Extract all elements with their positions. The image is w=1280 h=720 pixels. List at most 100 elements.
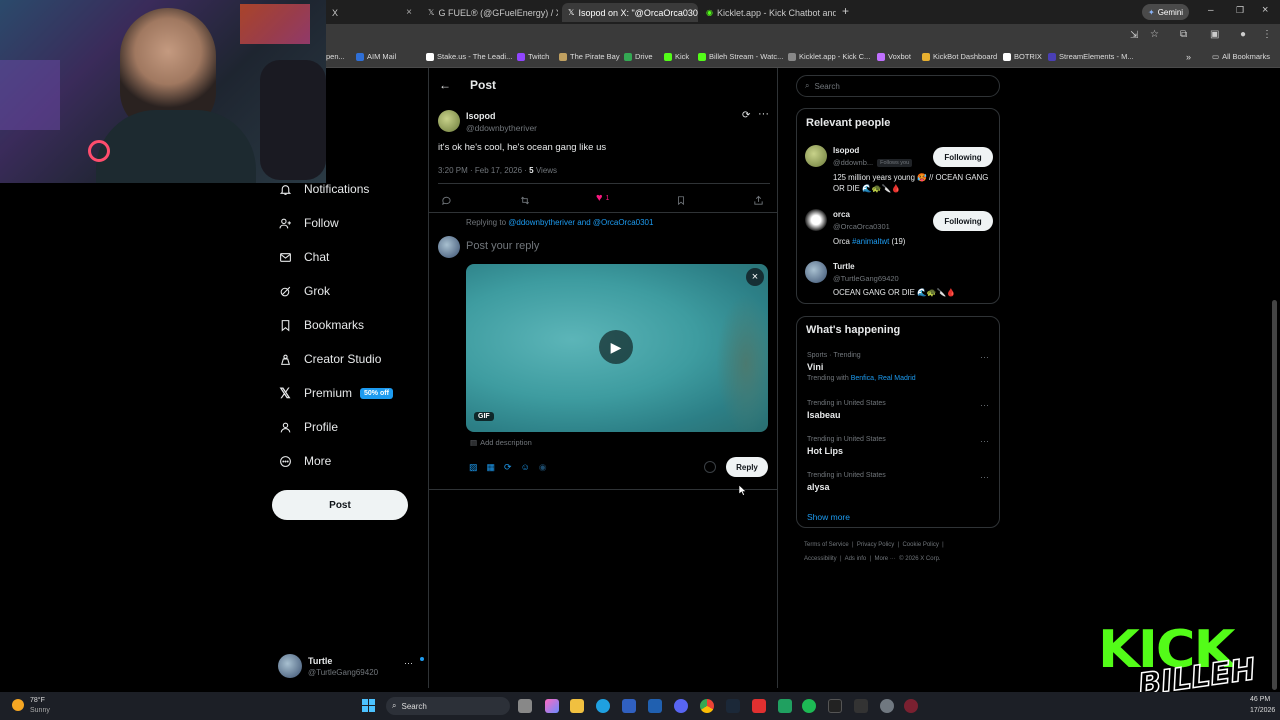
- like-button[interactable]: ♥ 1: [596, 192, 609, 204]
- all-bookmarks[interactable]: ▭ All Bookmarks: [1212, 52, 1270, 61]
- play-icon[interactable]: ▶: [599, 330, 633, 364]
- nav-follow[interactable]: Follow: [278, 216, 339, 230]
- browser-tab-active[interactable]: 𝕏 Isopod on X: "@OrcaOrca0301 ×: [562, 3, 698, 22]
- browser-tab[interactable]: ◉ Kicklet.app - Kick Chatbot and ×: [700, 3, 836, 22]
- search-input[interactable]: ⌕ Search: [796, 75, 1000, 97]
- bookmark[interactable]: Drive: [624, 52, 653, 61]
- windows-start-icon[interactable]: [362, 699, 375, 712]
- close-icon[interactable]: ×: [746, 268, 764, 286]
- steam-icon[interactable]: [726, 699, 740, 713]
- maximize-icon[interactable]: ❐: [1236, 5, 1244, 16]
- back-arrow-icon[interactable]: ←: [439, 78, 451, 92]
- nav-bookmarks[interactable]: Bookmarks: [278, 318, 364, 332]
- bookmark[interactable]: Stake.us - The Leadi...: [426, 52, 512, 61]
- close-window-icon[interactable]: ×: [1262, 4, 1268, 16]
- repost-icon[interactable]: [519, 193, 531, 211]
- clock-date[interactable]: 17/2026: [1250, 707, 1275, 714]
- add-description-button[interactable]: ▤ Add description: [470, 438, 532, 447]
- bookmark[interactable]: AIM Mail: [356, 52, 396, 61]
- tweet-author-name[interactable]: Isopod: [466, 111, 496, 121]
- bookmark[interactable]: Billeh Stream - Watc...: [698, 52, 783, 61]
- close-tab-icon[interactable]: ×: [400, 7, 412, 18]
- browser-tab[interactable]: X ×: [326, 3, 418, 22]
- share-icon[interactable]: [753, 193, 764, 211]
- post-button[interactable]: Post: [272, 490, 408, 520]
- new-tab-button[interactable]: +: [842, 4, 849, 18]
- more-dots-icon[interactable]: ···: [980, 436, 989, 446]
- bookmark[interactable]: Voxbot: [877, 52, 911, 61]
- footer-links[interactable]: Accessibility | Ads info | More ··· © 20…: [804, 556, 941, 562]
- trend-item[interactable]: Trending in United States Isabeau: [807, 400, 886, 420]
- following-button[interactable]: Following: [933, 211, 993, 231]
- bookmark-icon[interactable]: [676, 193, 686, 211]
- reply-icon[interactable]: [441, 193, 452, 211]
- trend-item[interactable]: Trending in United States Hot Lips: [807, 436, 886, 456]
- trend-item[interactable]: Sports · Trending Vini Trending with Ben…: [807, 352, 916, 382]
- bookmark[interactable]: pen...: [326, 52, 345, 61]
- bookmark[interactable]: Kicklet.app - Kick C...: [788, 52, 870, 61]
- extensions-icon[interactable]: ⧉: [1180, 29, 1187, 40]
- browser-tab[interactable]: 𝕏 G FUEL® (@GFuelEnergy) / X ×: [422, 3, 558, 22]
- xbox-icon[interactable]: [778, 699, 792, 713]
- discord-icon[interactable]: [674, 699, 688, 713]
- more-dots-icon[interactable]: ···: [980, 472, 989, 482]
- nav-creator-studio[interactable]: Creator Studio: [278, 352, 381, 366]
- trend-item[interactable]: Trending in United States alysa: [807, 472, 886, 492]
- grok-icon[interactable]: ⟳: [742, 110, 750, 121]
- image-icon[interactable]: ▨: [469, 462, 478, 473]
- account-switcher[interactable]: Turtle @TurtleGang69420 ···: [278, 654, 428, 678]
- person-name[interactable]: orca: [833, 210, 850, 219]
- bookmark[interactable]: The Pirate Bay: [559, 52, 620, 61]
- avatar[interactable]: [805, 145, 827, 167]
- avatar[interactable]: [438, 110, 460, 132]
- avatar[interactable]: [805, 209, 827, 231]
- trend-links[interactable]: Benfica, Real Madrid: [851, 375, 916, 382]
- minimize-icon[interactable]: –: [1208, 5, 1214, 16]
- task-view-icon[interactable]: [518, 699, 532, 713]
- nav-notifications[interactable]: Notifications: [278, 182, 369, 196]
- bookmark[interactable]: BOTRIX: [1003, 52, 1042, 61]
- show-more-link[interactable]: Show more: [807, 512, 850, 522]
- sidepanel-icon[interactable]: ▣: [1210, 29, 1219, 40]
- reply-input[interactable]: Post your reply: [466, 240, 539, 252]
- chrome-icon[interactable]: [700, 699, 714, 713]
- settings-icon[interactable]: [880, 699, 894, 713]
- obs-icon[interactable]: [904, 699, 918, 713]
- install-icon[interactable]: ⇲: [1130, 30, 1138, 41]
- bookmark[interactable]: Kick: [664, 52, 689, 61]
- nav-chat[interactable]: Chat: [278, 250, 329, 264]
- page-scrollbar[interactable]: [1272, 300, 1277, 690]
- menu-kebab-icon[interactable]: ⋮: [1262, 29, 1272, 40]
- taskbar-search[interactable]: ⌕ Search: [386, 697, 510, 715]
- edge-icon[interactable]: [596, 699, 610, 713]
- weather-temp[interactable]: 78°F: [30, 697, 45, 704]
- person-name[interactable]: Turtle: [833, 262, 855, 271]
- nav-premium[interactable]: 𝕏 Premium 50% off: [278, 385, 393, 401]
- bookmarks-overflow-icon[interactable]: »: [1186, 52, 1191, 62]
- nav-profile[interactable]: Profile: [278, 420, 338, 434]
- bookmark[interactable]: KickBot Dashboard: [922, 52, 997, 61]
- copilot-icon[interactable]: [545, 699, 559, 713]
- outlook-icon[interactable]: [648, 699, 662, 713]
- bookmark[interactable]: StreamElements - M...: [1048, 52, 1134, 61]
- app-icon[interactable]: [752, 699, 766, 713]
- spotify-icon[interactable]: [802, 699, 816, 713]
- gif-preview[interactable]: ▶ GIF ×: [466, 264, 768, 432]
- reply-button[interactable]: Reply: [726, 457, 768, 477]
- clock-time[interactable]: 46 PM: [1250, 696, 1270, 703]
- nav-grok[interactable]: Grok: [278, 284, 330, 298]
- more-dots-icon[interactable]: ···: [980, 352, 989, 362]
- tweet-author-handle[interactable]: @ddownbytheriver: [466, 123, 537, 133]
- star-icon[interactable]: ☆: [1150, 29, 1159, 40]
- gif-icon[interactable]: ▦: [487, 462, 496, 473]
- terminal-icon[interactable]: [828, 699, 842, 713]
- hashtag-link[interactable]: #animaltwt: [852, 237, 889, 246]
- avatar[interactable]: [805, 261, 827, 283]
- file-explorer-icon[interactable]: [570, 699, 584, 713]
- more-dots-icon[interactable]: ···: [980, 400, 989, 410]
- nav-more[interactable]: More: [278, 454, 331, 468]
- grok-icon[interactable]: ⟳: [504, 462, 512, 473]
- epic-games-icon[interactable]: [854, 699, 868, 713]
- store-icon[interactable]: [622, 699, 636, 713]
- following-button[interactable]: Following: [933, 147, 993, 167]
